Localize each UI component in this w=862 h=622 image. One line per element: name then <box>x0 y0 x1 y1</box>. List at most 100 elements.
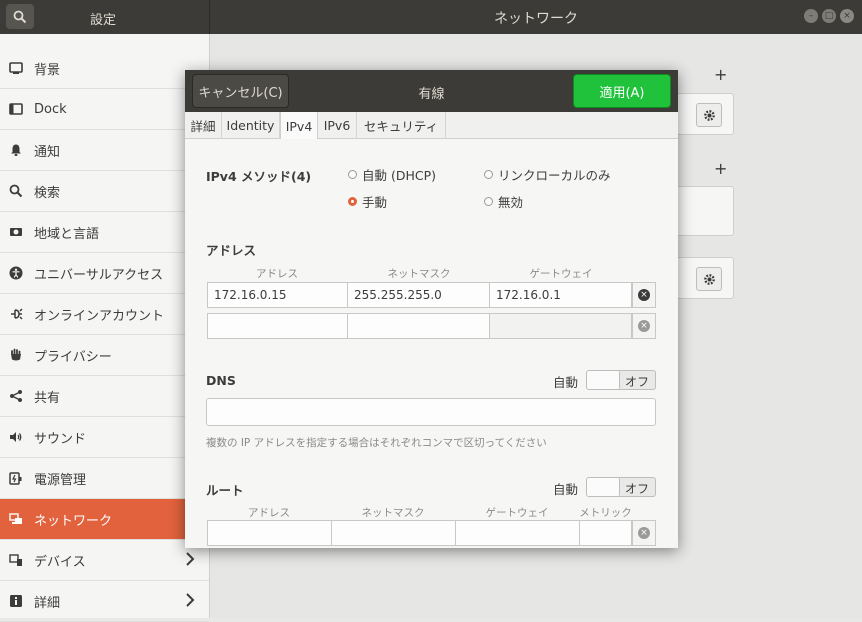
sidebar-item-accessibility[interactable]: ユニバーサルアクセス <box>0 253 209 294</box>
radio-manual[interactable]: 手動 <box>348 192 387 211</box>
minimize-button[interactable]: – <box>804 9 818 23</box>
sidebar-item-label: ネットワーク <box>34 513 113 529</box>
devices-icon <box>9 553 23 567</box>
tab-identity[interactable]: Identity <box>222 112 280 139</box>
cancel-button[interactable]: キャンセル(C) <box>192 74 289 108</box>
remove-icon: × <box>638 320 650 332</box>
sidebar-item-label: 背景 <box>34 62 61 78</box>
delete-address-button[interactable]: × <box>632 282 656 308</box>
apply-button[interactable]: 適用(A) <box>573 74 671 108</box>
sidebar-item-notifications[interactable]: 通知 <box>0 130 209 171</box>
window-controls: – □ × <box>804 9 854 23</box>
sidebar-item-privacy[interactable]: プライバシー <box>0 335 209 376</box>
sidebar-item-label: 詳細 <box>34 595 61 611</box>
settings-button[interactable] <box>696 267 722 291</box>
radio-dhcp[interactable]: 自動 (DHCP) <box>348 165 436 184</box>
speaker-icon <box>9 430 23 444</box>
route-netmask-input[interactable] <box>331 520 456 546</box>
sidebar-item-region[interactable]: 地域と言語 <box>0 212 209 253</box>
accessibility-icon <box>9 266 23 280</box>
radio-indicator <box>484 197 493 206</box>
toggle-knob <box>587 478 620 496</box>
power-icon <box>9 471 23 485</box>
app-title: 設定 <box>90 13 117 28</box>
search-icon <box>9 184 23 198</box>
search-icon <box>13 10 27 23</box>
add-vpn-button[interactable]: + <box>714 159 727 178</box>
sidebar-item-sharing[interactable]: 共有 <box>0 376 209 417</box>
address-input[interactable]: 172.16.0.15 <box>207 282 348 308</box>
tab-details[interactable]: 詳細 <box>185 112 222 139</box>
dns-auto-toggle[interactable]: オフ <box>586 370 656 390</box>
radio-label: 無効 <box>498 195 524 210</box>
sidebar-item-power[interactable]: 電源管理 <box>0 458 209 499</box>
ipv4-method-label: IPv4 メソッド(4) <box>206 169 312 184</box>
tab-bar: 詳細 Identity IPv4 IPv6 セキュリティ <box>185 112 678 140</box>
sidebar-item-search[interactable]: 検索 <box>0 171 209 212</box>
tab-ipv6[interactable]: IPv6 <box>318 112 357 139</box>
netmask-input[interactable] <box>347 313 490 339</box>
toggle-knob <box>587 371 620 389</box>
dock-icon <box>9 102 23 116</box>
routes-auto-toggle[interactable]: オフ <box>586 477 656 497</box>
privacy-hand-icon <box>9 348 23 362</box>
info-icon <box>9 594 23 608</box>
sidebar-item-online-accounts[interactable]: オンラインアカウント <box>0 294 209 335</box>
add-connection-button[interactable]: + <box>714 65 727 84</box>
remove-icon: × <box>638 289 650 301</box>
sidebar-item-label: Dock <box>34 101 67 117</box>
close-button[interactable]: × <box>840 9 854 23</box>
delete-address-button[interactable]: × <box>632 313 656 339</box>
radio-indicator <box>348 197 357 206</box>
sidebar-item-label: オンラインアカウント <box>34 308 165 324</box>
network-icon <box>9 512 23 526</box>
sidebar-item-label: プライバシー <box>34 349 112 365</box>
delete-route-button[interactable]: × <box>632 520 656 546</box>
sidebar-item-label: 共有 <box>34 390 61 406</box>
column-header: ゲートウェイ <box>529 268 593 280</box>
wired-settings-dialog: キャンセル(C) 有線 適用(A) 詳細 Identity IPv4 IPv6 … <box>185 70 678 548</box>
route-address-input[interactable] <box>207 520 332 546</box>
column-header: アドレス <box>248 507 290 519</box>
page-title: ネットワーク <box>494 11 578 27</box>
netmask-input[interactable]: 255.255.255.0 <box>347 282 490 308</box>
tab-ipv4[interactable]: IPv4 <box>280 112 318 140</box>
settings-button[interactable] <box>696 103 722 127</box>
background-icon <box>9 61 23 75</box>
sidebar: 背景 Dock 通知 検索 地域と言語 ユニバーサルアクセス オンラインアカウン… <box>0 34 210 622</box>
dns-hint: 複数の IP アドレスを指定する場合はそれぞれコンマで区切ってください <box>206 437 547 449</box>
sidebar-item-sound[interactable]: サウンド <box>0 417 209 458</box>
toggle-state: オフ <box>624 375 649 389</box>
column-header: ネットマスク <box>387 268 451 280</box>
route-gateway-input[interactable] <box>455 520 580 546</box>
routes-auto-label: 自動 <box>553 482 579 497</box>
route-metric-input[interactable] <box>579 520 632 546</box>
sidebar-item-label: 地域と言語 <box>34 226 100 242</box>
radio-indicator <box>348 170 357 179</box>
column-header: メトリック <box>579 507 632 519</box>
radio-disabled[interactable]: 無効 <box>484 192 523 211</box>
column-header: アドレス <box>256 268 298 280</box>
radio-indicator <box>484 170 493 179</box>
gateway-input[interactable] <box>489 313 632 339</box>
radio-label: 手動 <box>362 195 388 210</box>
sidebar-item-devices[interactable]: デバイス <box>0 540 209 581</box>
sidebar-item-details[interactable]: 詳細 <box>0 581 209 622</box>
address-input[interactable] <box>207 313 348 339</box>
tab-security[interactable]: セキュリティ <box>357 112 446 139</box>
sidebar-item-dock[interactable]: Dock <box>0 89 209 130</box>
sidebar-item-label: 通知 <box>34 144 61 160</box>
chevron-right-icon <box>186 593 195 607</box>
column-header: ネットマスク <box>361 507 425 519</box>
gear-icon <box>703 109 715 121</box>
gateway-input[interactable]: 172.16.0.1 <box>489 282 632 308</box>
sidebar-item-background[interactable]: 背景 <box>0 48 209 89</box>
online-accounts-icon <box>9 307 23 321</box>
radio-link-local[interactable]: リンクローカルのみ <box>484 165 611 184</box>
search-button[interactable] <box>6 4 34 29</box>
sidebar-item-network[interactable]: ネットワーク <box>0 499 209 540</box>
maximize-button[interactable]: □ <box>822 9 836 23</box>
dns-input[interactable] <box>206 398 656 426</box>
sidebar-item-label: 電源管理 <box>34 472 87 488</box>
sidebar-item-label: デバイス <box>34 554 86 570</box>
